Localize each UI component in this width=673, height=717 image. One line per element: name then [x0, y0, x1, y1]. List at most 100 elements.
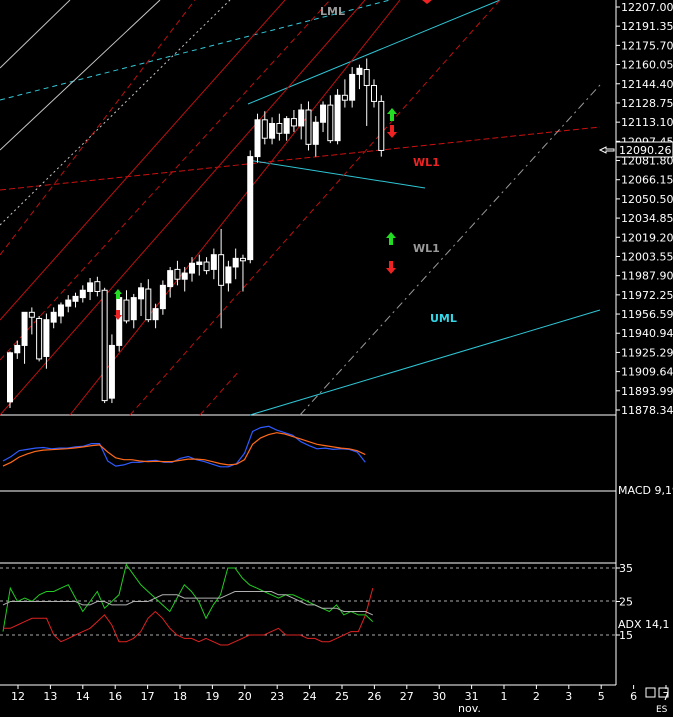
candle[interactable]: [196, 254, 203, 276]
candle-body-down: [363, 69, 370, 86]
candle[interactable]: [138, 282, 145, 317]
candle[interactable]: [203, 257, 210, 275]
red-fan-dashed-4[interactable]: [199, 369, 241, 416]
channel-lower-line[interactable]: [247, 159, 426, 189]
candle[interactable]: [123, 290, 130, 324]
x-tick-label: 16: [108, 690, 122, 703]
red-fan-line-2[interactable]: [0, 0, 366, 416]
candle[interactable]: [225, 260, 232, 292]
candle[interactable]: [28, 307, 35, 335]
candle[interactable]: [298, 103, 305, 140]
candle-body-down: [261, 119, 268, 139]
candle[interactable]: [312, 116, 319, 157]
buy-arrow-icon[interactable]: [387, 108, 397, 121]
candle-body-up: [50, 311, 57, 323]
candle[interactable]: [7, 351, 13, 408]
x-tick-label: 23: [270, 690, 284, 703]
candle[interactable]: [79, 285, 86, 303]
red-fan-line-1[interactable]: [0, 0, 286, 321]
candle[interactable]: [218, 228, 225, 329]
x-tick-label: 19: [205, 690, 219, 703]
candle-body-down: [174, 268, 181, 280]
candle[interactable]: [101, 287, 108, 404]
red-fan-dashed-1[interactable]: [0, 0, 196, 256]
candle[interactable]: [159, 280, 166, 315]
symbol-label: ES: [656, 705, 668, 715]
uml-line[interactable]: [249, 309, 601, 416]
candle[interactable]: [349, 67, 356, 108]
candle-body-down: [239, 257, 246, 262]
wl1-gray-dashdot-line[interactable]: [299, 84, 601, 416]
candle[interactable]: [65, 295, 72, 313]
date-x-axis: 12 13 14 16 17 18 19 20 23 24 25 26 27 30 31 1 2 3 5 6 7: [11, 685, 670, 703]
candle[interactable]: [72, 292, 79, 308]
candle-body-down: [276, 122, 283, 134]
candle[interactable]: [371, 79, 377, 108]
candle[interactable]: [283, 116, 290, 141]
candle-body-up: [189, 262, 195, 274]
candle-body-down: [218, 254, 225, 286]
x-tick-label: 13: [43, 690, 57, 703]
candle[interactable]: [232, 248, 239, 280]
red-fan-dashed-3[interactable]: [129, 0, 501, 416]
gray-fan-line[interactable]: [0, 0, 161, 151]
candle[interactable]: [356, 64, 363, 90]
candle-body-up: [43, 319, 50, 357]
gray-upper-line[interactable]: [0, 0, 71, 69]
candle[interactable]: [152, 303, 159, 329]
candle-body-down: [305, 109, 312, 145]
sell-arrow-icon[interactable]: [387, 125, 397, 138]
x-tick-label: 3: [565, 690, 572, 703]
candle[interactable]: [269, 117, 276, 145]
candle[interactable]: [108, 334, 115, 404]
adx-line: [2, 591, 374, 616]
candle[interactable]: [167, 266, 174, 298]
candle-body-up: [14, 344, 21, 354]
candle-body-down: [371, 84, 377, 102]
price-y-axis: 12207.00 12191.35 12175.70 12160.05 12144.40…: [616, 1, 673, 417]
candle[interactable]: [320, 101, 327, 133]
red-fan-line-3[interactable]: [69, 0, 401, 416]
x-axis-month-label: nov.: [458, 702, 481, 715]
candle-body-down: [203, 261, 210, 272]
x-tick-label: 30: [432, 690, 446, 703]
candle[interactable]: [116, 291, 123, 352]
candle[interactable]: [378, 95, 385, 157]
candle[interactable]: [21, 311, 28, 364]
candle[interactable]: [145, 279, 152, 323]
candle[interactable]: [341, 79, 348, 108]
candle[interactable]: [189, 257, 195, 282]
y-tick-label: 11878.34: [621, 404, 673, 417]
y-tick-label: 12019.20: [621, 231, 673, 244]
candle-body-down: [327, 104, 334, 142]
candle-body-up: [334, 94, 341, 142]
candle[interactable]: [363, 58, 370, 126]
candle[interactable]: [254, 113, 261, 163]
candle[interactable]: [247, 150, 254, 264]
candles-group: [7, 58, 385, 408]
lml-label: LML: [320, 5, 345, 18]
candle[interactable]: [94, 276, 101, 297]
candle[interactable]: [57, 302, 64, 324]
candle[interactable]: [181, 266, 188, 292]
candle[interactable]: [276, 113, 283, 141]
buy-arrow-icon[interactable]: [386, 232, 396, 245]
uml-label: UML: [430, 312, 457, 325]
sell-arrow-icon[interactable]: [386, 261, 396, 274]
candle-body-up: [167, 270, 174, 288]
candle[interactable]: [87, 277, 94, 301]
candle[interactable]: [210, 248, 217, 280]
candle[interactable]: [327, 95, 334, 144]
x-tick-label: 20: [238, 690, 252, 703]
chart-svg[interactable]: LML WL1 WL1 UML 352515 12207.0012191.351…: [0, 0, 673, 717]
candle[interactable]: [334, 89, 341, 145]
y-tick-label: 11893.99: [621, 385, 673, 398]
candle[interactable]: [130, 293, 137, 329]
candle-body-down: [378, 100, 385, 151]
sell-arrow-icon[interactable]: [422, 0, 432, 4]
candle[interactable]: [290, 110, 297, 133]
layout-toggle-icon[interactable]: [645, 687, 656, 698]
candle[interactable]: [50, 307, 57, 329]
candle[interactable]: [305, 101, 312, 151]
candle[interactable]: [36, 316, 43, 362]
